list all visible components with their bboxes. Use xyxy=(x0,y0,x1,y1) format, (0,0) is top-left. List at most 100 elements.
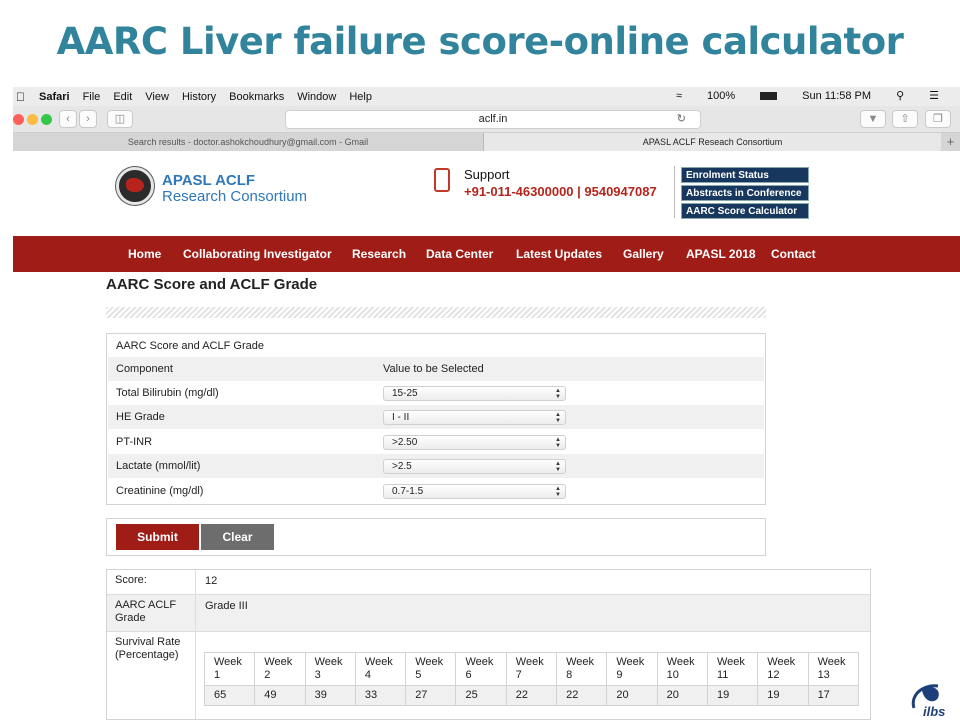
tab-aclf[interactable]: APASL ACLF Reseach Consortium xyxy=(483,133,941,151)
heading-divider xyxy=(106,307,766,318)
nav-apasl-2018[interactable]: APASL 2018 xyxy=(686,247,756,261)
reload-icon[interactable]: ↻ xyxy=(677,111,686,128)
ilbs-text: ilbs xyxy=(923,704,945,718)
week-header-row: Week 1 Week 2 Week 3 Week 4 Week 5 Week … xyxy=(203,652,860,686)
form-header-row: Component Value to be Selected xyxy=(108,357,764,381)
list-icon[interactable]: ☰ xyxy=(929,89,939,102)
new-tab-icon[interactable]: + xyxy=(941,133,960,151)
survival-cell: 27 xyxy=(405,685,457,706)
slide-title: AARC Liver failure score-online calculat… xyxy=(56,20,904,63)
week-cell: Week 11 xyxy=(706,652,759,686)
nav-collaborating-investigator[interactable]: Collaborating Investigator xyxy=(183,247,332,261)
select-value: >2.50 xyxy=(392,437,418,448)
survival-cell: 17 xyxy=(807,685,860,706)
search-icon[interactable]: ⚲ xyxy=(896,89,904,102)
consortium-logo[interactable] xyxy=(116,167,154,205)
nav-contact[interactable]: Contact xyxy=(771,247,816,261)
week-cell: Week 9 xyxy=(606,652,658,686)
form-actions: Submit Clear xyxy=(106,518,766,556)
survival-cell: 19 xyxy=(706,685,759,706)
nav-data-center[interactable]: Data Center xyxy=(426,247,493,261)
grade-value: Grade III xyxy=(205,600,248,612)
menu-view[interactable]: View xyxy=(145,91,169,103)
ilbs-logo-graphic: ilbs xyxy=(911,684,945,719)
support-label: Support xyxy=(464,167,510,182)
zoom-window-icon[interactable] xyxy=(41,114,52,125)
form-row-he-grade: HE Grade I - II ▲ ▼ xyxy=(108,405,764,429)
select-arrows-icon: ▲ ▼ xyxy=(555,437,561,449)
select-value: 15-25 xyxy=(392,388,418,399)
mac-menubar:  Safari File Edit View History Bookmark… xyxy=(13,87,960,106)
creatinine-select[interactable]: 0.7-1.5 ▲ ▼ xyxy=(383,484,566,499)
col-value: Value to be Selected xyxy=(383,363,484,375)
apple-icon[interactable]:  xyxy=(16,90,25,104)
survival-cell: 20 xyxy=(656,685,708,706)
menu-clock[interactable]: Sun 11:58 PM xyxy=(802,90,871,102)
grade-label: AARC ACLF Grade xyxy=(107,595,196,631)
url-text: aclf.in xyxy=(478,113,508,125)
tabs-icon[interactable]: ❐ xyxy=(925,110,951,128)
score-form: AARC Score and ACLF Grade Component Valu… xyxy=(106,333,766,505)
survival-cell: 22 xyxy=(505,685,558,706)
week-cell: Week 2 xyxy=(254,652,306,686)
share-icon[interactable]: ⇧ xyxy=(892,110,918,128)
tab-gmail[interactable]: Search results - doctor.ashokchoudhury@g… xyxy=(13,133,483,151)
nav-home[interactable]: Home xyxy=(128,247,161,261)
forward-icon[interactable]: › xyxy=(79,110,97,128)
browser-toolbar: ‹ › ◫ aclf.in ↻ ▼ ⇧ ❐ xyxy=(13,106,960,133)
nav-latest-updates[interactable]: Latest Updates xyxy=(516,247,602,261)
menu-window[interactable]: Window xyxy=(297,91,336,103)
url-bar[interactable]: aclf.in ↻ xyxy=(285,110,701,129)
week-cell: Week 1 xyxy=(203,652,256,686)
nav-research[interactable]: Research xyxy=(352,247,406,261)
page-heading: AARC Score and ACLF Grade xyxy=(106,276,318,293)
clear-button[interactable]: Clear xyxy=(201,524,274,550)
support-phone: +91-011-46300000 | 9540947087 xyxy=(464,184,657,199)
menu-file[interactable]: File xyxy=(83,91,101,103)
battery-icon[interactable] xyxy=(760,91,778,100)
brand-line1[interactable]: APASL ACLF xyxy=(162,172,255,189)
field-label: HE Grade xyxy=(116,411,165,423)
score-calculator-link[interactable]: AARC Score Calculator xyxy=(681,203,809,219)
enrolment-status-link[interactable]: Enrolment Status xyxy=(681,167,809,183)
week-cell: Week 3 xyxy=(304,652,356,686)
close-window-icon[interactable] xyxy=(13,114,24,125)
menu-history[interactable]: History xyxy=(182,91,216,103)
back-icon[interactable]: ‹ xyxy=(59,110,77,128)
menu-bookmarks[interactable]: Bookmarks xyxy=(229,91,284,103)
field-label: Total Bilirubin (mg/dl) xyxy=(116,387,219,399)
he-grade-select[interactable]: I - II ▲ ▼ xyxy=(383,410,566,425)
browser-tabbar: Search results - doctor.ashokchoudhury@g… xyxy=(13,133,960,151)
bilirubin-select[interactable]: 15-25 ▲ ▼ xyxy=(383,386,566,401)
minimize-window-icon[interactable] xyxy=(27,114,38,125)
wifi-icon[interactable]: ≈ xyxy=(676,90,682,102)
lactate-select[interactable]: >2.5 ▲ ▼ xyxy=(383,459,566,474)
week-cell: Week 13 xyxy=(807,652,860,686)
abstracts-link[interactable]: Abstracts in Conference xyxy=(681,185,809,201)
select-value: >2.5 xyxy=(392,461,412,472)
score-label: Score: xyxy=(107,570,196,594)
menu-app-name[interactable]: Safari xyxy=(39,91,70,103)
survival-cell: 33 xyxy=(354,685,407,706)
survival-table: Week 1 Week 2 Week 3 Week 4 Week 5 Week … xyxy=(203,652,860,706)
survival-cell: 25 xyxy=(455,685,507,706)
form-row-creatinine: Creatinine (mg/dl) 0.7-1.5 ▲ ▼ xyxy=(108,479,764,503)
survival-value-row: 65 49 39 33 27 25 22 22 20 20 19 19 17 xyxy=(203,685,860,706)
sidebar-icon[interactable]: ◫ xyxy=(107,110,133,128)
score-row: Score: 12 xyxy=(107,570,870,595)
week-cell: Week 10 xyxy=(656,652,708,686)
download-icon[interactable]: ▼ xyxy=(860,110,886,128)
col-component: Component xyxy=(116,363,173,375)
week-cell: Week 6 xyxy=(455,652,507,686)
menu-help[interactable]: Help xyxy=(349,91,372,103)
submit-button[interactable]: Submit xyxy=(116,524,199,550)
pt-inr-select[interactable]: >2.50 ▲ ▼ xyxy=(383,435,566,450)
select-value: 0.7-1.5 xyxy=(392,486,424,497)
nav-gallery[interactable]: Gallery xyxy=(623,247,664,261)
select-arrows-icon: ▲ ▼ xyxy=(555,388,561,400)
form-title: AARC Score and ACLF Grade xyxy=(116,340,264,352)
survival-cell: 22 xyxy=(556,685,608,706)
header-divider xyxy=(674,166,675,218)
menu-edit[interactable]: Edit xyxy=(113,91,132,103)
brand-line2[interactable]: Research Consortium xyxy=(162,188,307,205)
